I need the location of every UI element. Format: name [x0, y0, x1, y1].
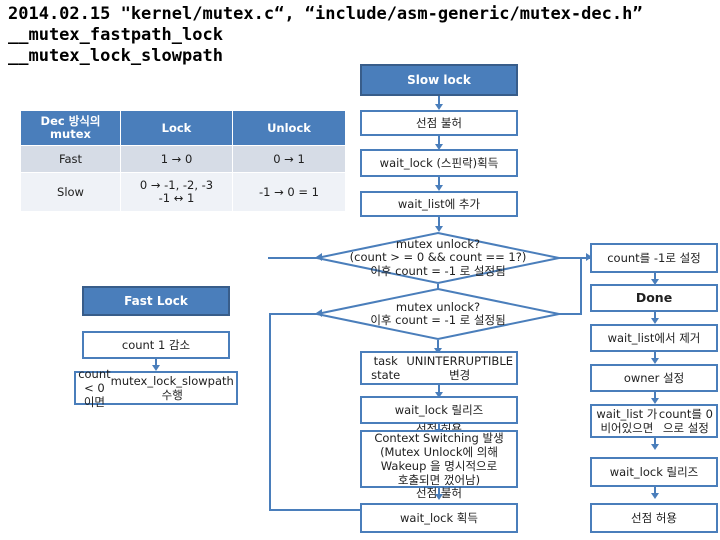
arrow-left-icon	[316, 309, 322, 317]
loopback-connector-line	[269, 313, 271, 511]
release-waitlock-right-box[interactable]: wait_lock 릴리즈	[590, 457, 718, 487]
title-line-2: __mutex_fastpath_lock	[8, 25, 223, 45]
table-cell: Slow	[20, 172, 121, 212]
empty-waitlist-set-count-box[interactable]: wait_list 가 비어있으면 count를 0으로 설정	[590, 404, 718, 438]
diamond-shape-icon	[316, 287, 560, 341]
arrow-down-icon	[651, 444, 659, 450]
fast-step-slowpath-box[interactable]: count < 0 이면 mutex_lock_slowpath 수행	[74, 367, 238, 409]
connector-line	[558, 313, 582, 315]
decision-mutex-unlock-1[interactable]: mutex unlock? (count > = 0 && count == 1…	[316, 231, 560, 285]
task-state-box[interactable]: task state UNINTERRUPTIBLE 변경	[360, 351, 518, 385]
done-box[interactable]: Done	[590, 284, 718, 312]
slide-canvas: 2014.02.15 "kernel/mutex.c“, “include/as…	[0, 0, 720, 540]
table-cell: 0 → 1	[232, 145, 346, 173]
table-cell: 1 → 0	[120, 145, 233, 173]
release-waitlock-box[interactable]: wait_lock 릴리즈	[360, 396, 518, 424]
slow-lock-header-box[interactable]: Slow lock	[360, 64, 518, 96]
table-cell: Fast	[20, 145, 121, 173]
table-header-cell: Unlock	[232, 110, 346, 146]
connector-line	[268, 257, 318, 259]
loopback-connector-line	[269, 509, 361, 511]
fast-lock-header-box[interactable]: Fast Lock	[82, 286, 230, 316]
table-row: Fast 1 → 0 0 → 1	[20, 145, 346, 173]
slow-step-preempt-disable-box[interactable]: 선점 불허	[360, 110, 518, 136]
diamond-shape-icon	[316, 231, 560, 285]
table-header-cell: Dec 방식의 mutex	[20, 110, 121, 146]
connector-line	[269, 313, 318, 315]
arrow-down-icon	[435, 494, 443, 500]
set-count-minus1-box[interactable]: count를 -1로 설정	[590, 243, 718, 273]
table-header-row: Dec 방식의 mutex Lock Unlock	[20, 110, 346, 146]
table-cell: 0 → -1, -2, -3 -1 ↔ 1	[120, 172, 233, 212]
fast-step-decrement-box[interactable]: count 1 감소	[82, 331, 230, 359]
title-line-1: 2014.02.15 "kernel/mutex.c“, “include/as…	[8, 4, 643, 24]
table-header-cell: Lock	[120, 110, 233, 146]
dec-mutex-table: Dec 방식의 mutex Lock Unlock Fast 1 → 0 0 →…	[20, 110, 346, 212]
decision-mutex-unlock-2[interactable]: mutex unlock? 이후 count = -1 로 설정됨	[316, 287, 560, 341]
slow-step-add-waitlist-box[interactable]: wait_list에 추가	[360, 191, 518, 217]
arrow-left-icon	[316, 253, 322, 261]
preempt-enable-right-box[interactable]: 선점 허용	[590, 503, 718, 533]
context-switching-box[interactable]: Context Switching 발생 (Mutex Unlock에 의해 Wak…	[360, 430, 518, 488]
acquire-waitlock-box[interactable]: wait_lock 획득	[360, 503, 518, 533]
remove-from-waitlist-box[interactable]: wait_list에서 제거	[590, 324, 718, 352]
slow-step-acquire-waitlock-box[interactable]: wait_lock (스핀락)획득	[360, 149, 518, 177]
connector-line	[558, 257, 582, 259]
connector-line	[580, 257, 582, 315]
table-row: Slow 0 → -1, -2, -3 -1 ↔ 1 -1 → 0 = 1	[20, 172, 346, 212]
arrow-down-icon	[651, 493, 659, 499]
title-block: 2014.02.15 "kernel/mutex.c“, “include/as…	[8, 4, 698, 67]
set-owner-box[interactable]: owner 설정	[590, 364, 718, 392]
title-line-3: __mutex_lock_slowpath	[8, 46, 223, 66]
table-cell: -1 → 0 = 1	[232, 172, 346, 212]
